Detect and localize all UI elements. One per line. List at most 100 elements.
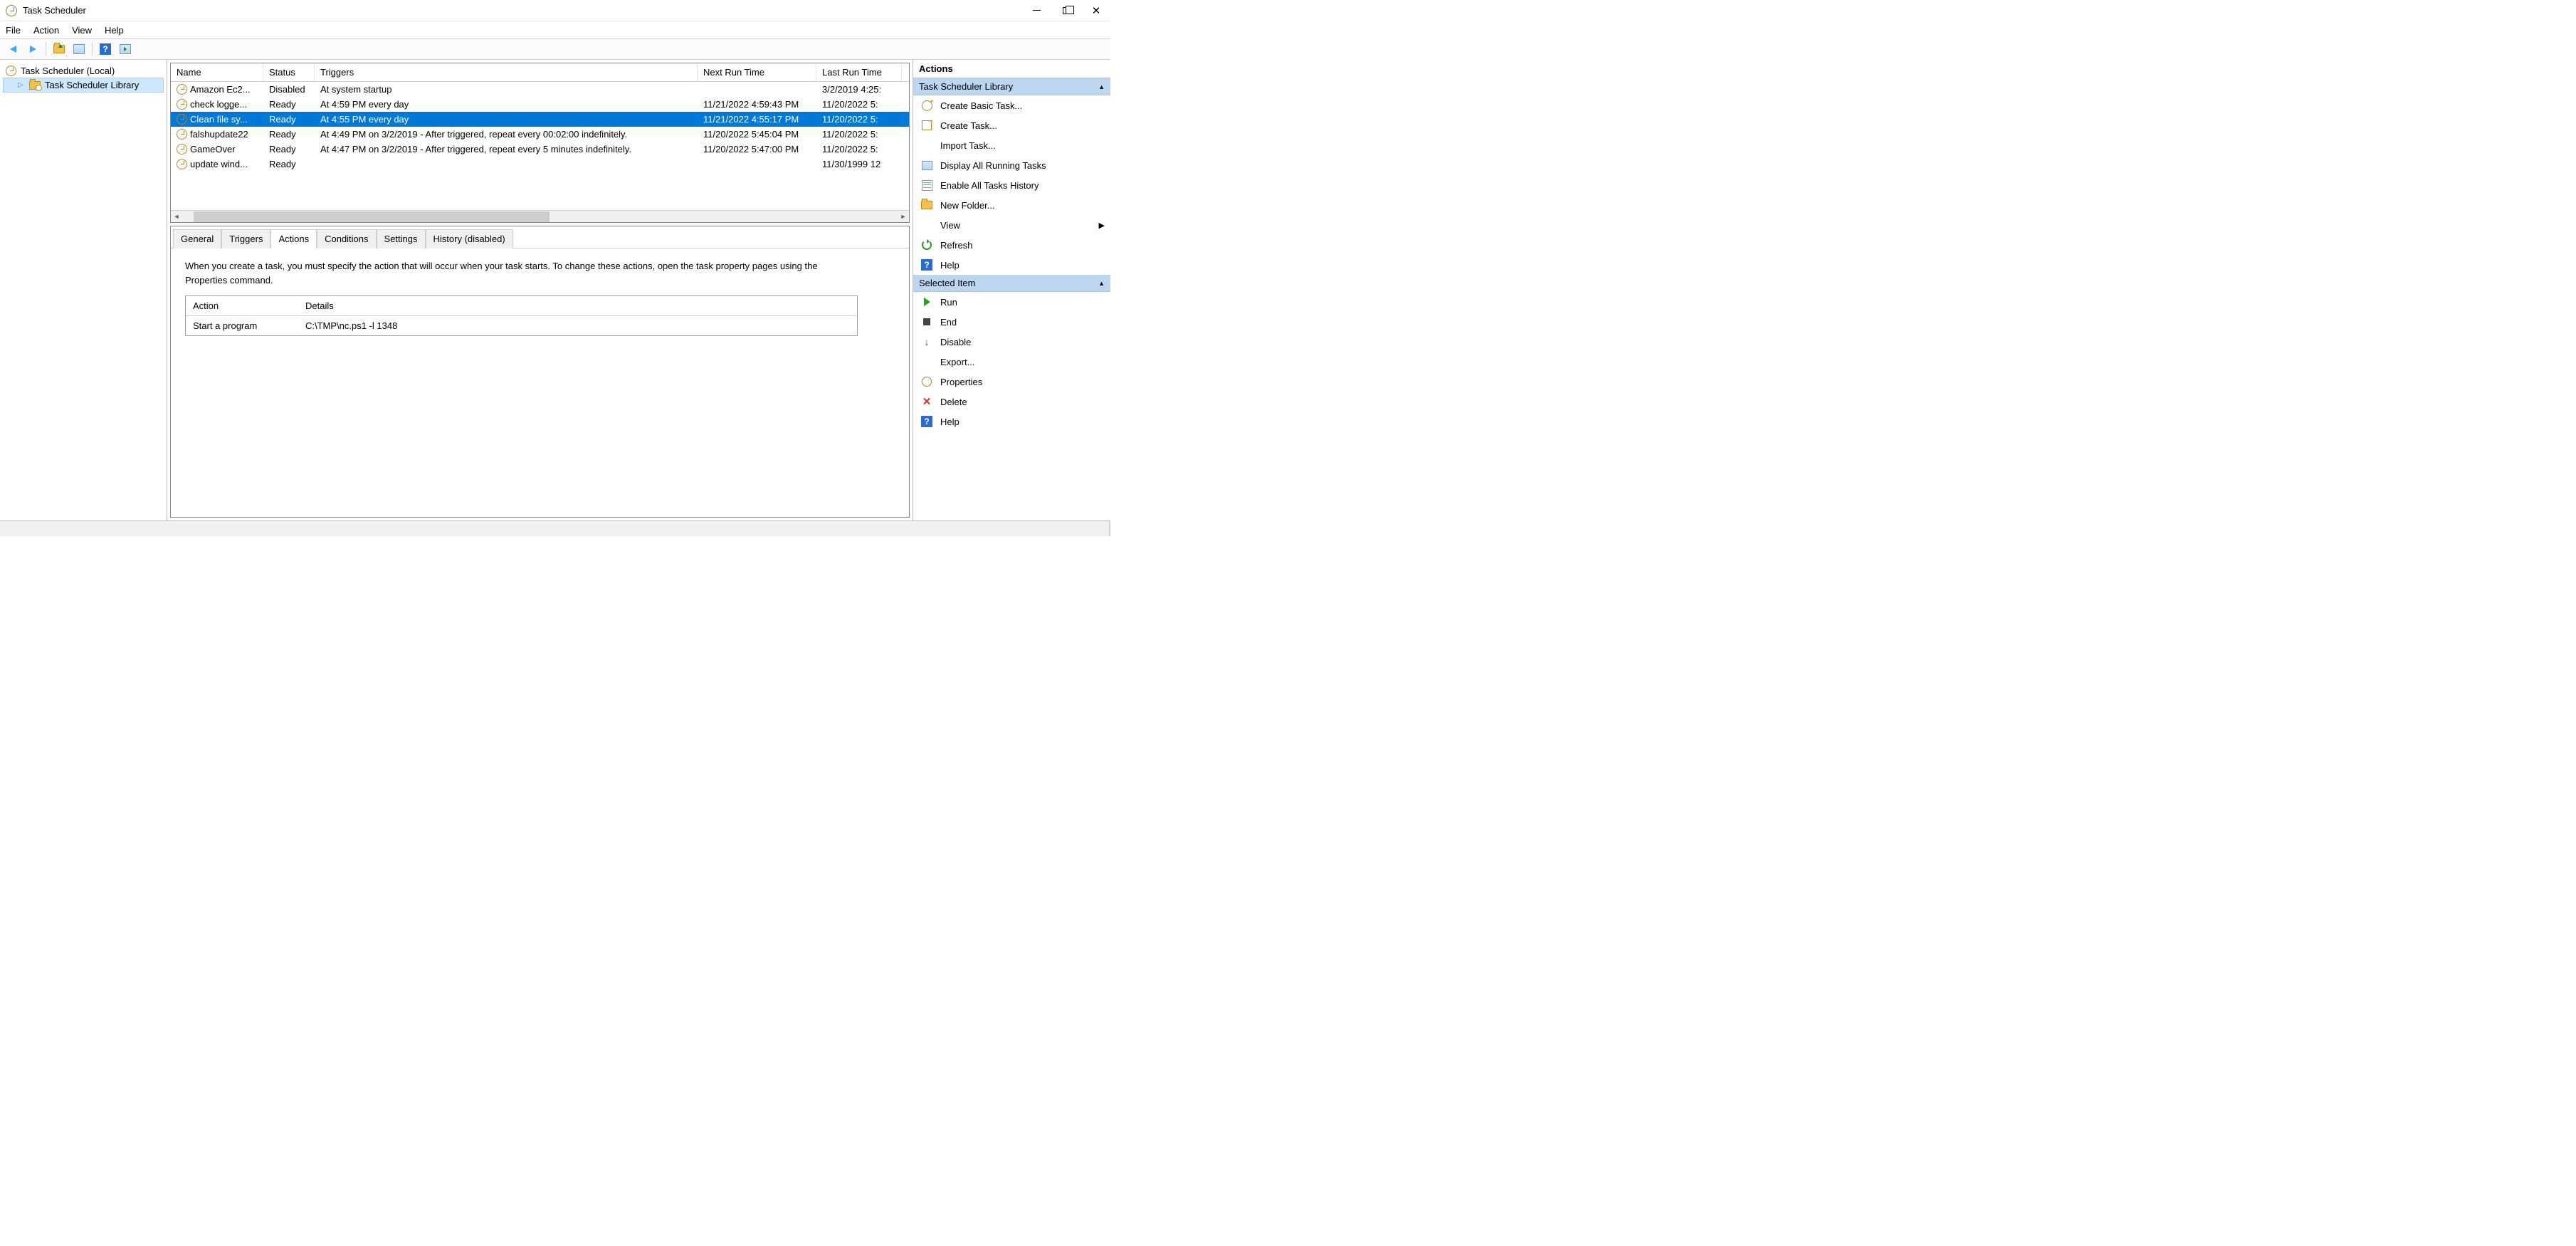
stop-icon	[923, 318, 930, 325]
clock-icon	[177, 84, 187, 95]
task-row[interactable]: Clean file sy...ReadyAt 4:55 PM every da…	[171, 112, 909, 127]
col-status[interactable]: Status	[263, 63, 315, 81]
menubar: File Action View Help	[0, 21, 1110, 39]
action-properties[interactable]: Properties	[913, 372, 1110, 392]
task-row[interactable]: Amazon Ec2...DisabledAt system startup3/…	[171, 82, 909, 97]
actions-table: Action Details Start a programC:\TMP\nc.…	[185, 295, 858, 336]
task-row[interactable]: falshupdate22ReadyAt 4:49 PM on 3/2/2019…	[171, 127, 909, 142]
clock-icon	[177, 159, 187, 169]
refresh-icon	[922, 240, 932, 250]
display-icon	[922, 161, 932, 170]
up-button[interactable]	[51, 41, 68, 58]
tab-general[interactable]: General	[173, 229, 221, 248]
delete-icon: ✕	[922, 395, 932, 408]
tree-root[interactable]: Task Scheduler (Local)	[3, 64, 164, 78]
titlebar: Task Scheduler ✕	[0, 0, 1110, 21]
action-create-basic-task[interactable]: Create Basic Task...	[913, 95, 1110, 115]
minimize-button[interactable]	[1028, 2, 1045, 19]
tree-library[interactable]: ▷ Task Scheduler Library	[3, 78, 164, 93]
actions-col-details[interactable]: Details	[298, 296, 683, 315]
back-button[interactable]	[4, 41, 21, 58]
center-pane: Name Status Triggers Next Run Time Last …	[167, 60, 913, 520]
actions-col-action[interactable]: Action	[186, 296, 298, 315]
new-task-icon	[922, 120, 932, 130]
actions-pane: Actions Task Scheduler Library ▲ Create …	[913, 60, 1110, 520]
tab-settings[interactable]: Settings	[377, 229, 426, 248]
actions-pane-title: Actions	[913, 60, 1110, 78]
help-icon: ?	[100, 43, 111, 55]
tabs: General Triggers Actions Conditions Sett…	[171, 226, 909, 248]
task-list-header: Name Status Triggers Next Run Time Last …	[171, 63, 909, 82]
arrow-right-icon	[30, 46, 36, 53]
run-task-button[interactable]	[117, 41, 134, 58]
collapse-icon: ▲	[1098, 280, 1105, 287]
clock-icon	[6, 66, 16, 76]
clock-icon	[922, 377, 932, 387]
tree-pane: Task Scheduler (Local) ▷ Task Scheduler …	[0, 60, 167, 520]
action-create-task[interactable]: Create Task...	[913, 115, 1110, 135]
clock-icon	[177, 114, 187, 125]
col-triggers[interactable]: Triggers	[315, 63, 698, 81]
tab-history[interactable]: History (disabled)	[426, 229, 513, 248]
collapse-icon: ▲	[1098, 83, 1105, 90]
action-end[interactable]: End	[913, 312, 1110, 332]
folder-up-icon	[53, 45, 65, 53]
action-row[interactable]: Start a programC:\TMP\nc.ps1 -l 1348	[186, 316, 857, 335]
new-task-wizard-icon	[922, 100, 932, 111]
col-next-run[interactable]: Next Run Time	[698, 63, 816, 81]
folder-clock-icon	[29, 81, 41, 90]
forward-button[interactable]	[24, 41, 41, 58]
tab-conditions[interactable]: Conditions	[317, 229, 376, 248]
app-icon	[6, 5, 17, 16]
tab-triggers[interactable]: Triggers	[221, 229, 270, 248]
tab-body: When you create a task, you must specify…	[171, 248, 909, 517]
col-name[interactable]: Name	[171, 63, 263, 81]
toolbar: ?	[0, 39, 1110, 60]
clock-icon	[177, 99, 187, 110]
horizontal-scrollbar[interactable]: ◄►	[171, 210, 909, 222]
list-icon	[922, 180, 932, 191]
task-row[interactable]: GameOverReadyAt 4:47 PM on 3/2/2019 - Af…	[171, 142, 909, 157]
maximize-button[interactable]	[1058, 2, 1075, 19]
action-refresh[interactable]: Refresh	[913, 235, 1110, 255]
tab-actions[interactable]: Actions	[270, 229, 317, 248]
properties-icon	[73, 44, 85, 54]
tree-library-label: Task Scheduler Library	[45, 80, 139, 90]
properties-button[interactable]	[70, 41, 88, 58]
action-help[interactable]: ?Help	[913, 255, 1110, 275]
detail-pane: General Triggers Actions Conditions Sett…	[170, 226, 910, 518]
tree-root-label: Task Scheduler (Local)	[21, 66, 115, 76]
action-display-running[interactable]: Display All Running Tasks	[913, 155, 1110, 175]
action-help-2[interactable]: ?Help	[913, 412, 1110, 431]
menu-file[interactable]: File	[6, 25, 21, 36]
actions-section-library[interactable]: Task Scheduler Library ▲	[913, 78, 1110, 95]
statusbar	[0, 520, 1110, 536]
action-run[interactable]: Run	[913, 292, 1110, 312]
action-view[interactable]: View▶	[913, 215, 1110, 235]
task-row[interactable]: update wind...Ready11/30/1999 12	[171, 157, 909, 172]
task-row[interactable]: check logge...ReadyAt 4:59 PM every day1…	[171, 97, 909, 112]
actions-description: When you create a task, you must specify…	[185, 259, 826, 287]
close-button[interactable]: ✕	[1088, 2, 1105, 19]
chevron-right-icon: ▶	[1099, 221, 1105, 230]
run-icon	[120, 44, 131, 54]
clock-icon	[177, 144, 187, 155]
menu-action[interactable]: Action	[33, 25, 59, 36]
action-export[interactable]: Export...	[913, 352, 1110, 372]
action-delete[interactable]: ✕Delete	[913, 392, 1110, 412]
clock-icon	[177, 129, 187, 140]
action-enable-history[interactable]: Enable All Tasks History	[913, 175, 1110, 195]
help-button[interactable]: ?	[97, 41, 114, 58]
window-title: Task Scheduler	[23, 5, 1028, 16]
action-import-task[interactable]: Import Task...	[913, 135, 1110, 155]
task-list: Name Status Triggers Next Run Time Last …	[170, 63, 910, 223]
menu-view[interactable]: View	[72, 25, 92, 36]
help-icon: ?	[921, 259, 932, 271]
col-last-run[interactable]: Last Run Time	[816, 63, 902, 81]
menu-help[interactable]: Help	[105, 25, 124, 36]
actions-section-selected[interactable]: Selected Item ▲	[913, 275, 1110, 292]
action-new-folder[interactable]: New Folder...	[913, 195, 1110, 215]
folder-icon	[921, 201, 932, 209]
action-disable[interactable]: ↓Disable	[913, 332, 1110, 352]
disable-icon: ↓	[925, 336, 930, 347]
